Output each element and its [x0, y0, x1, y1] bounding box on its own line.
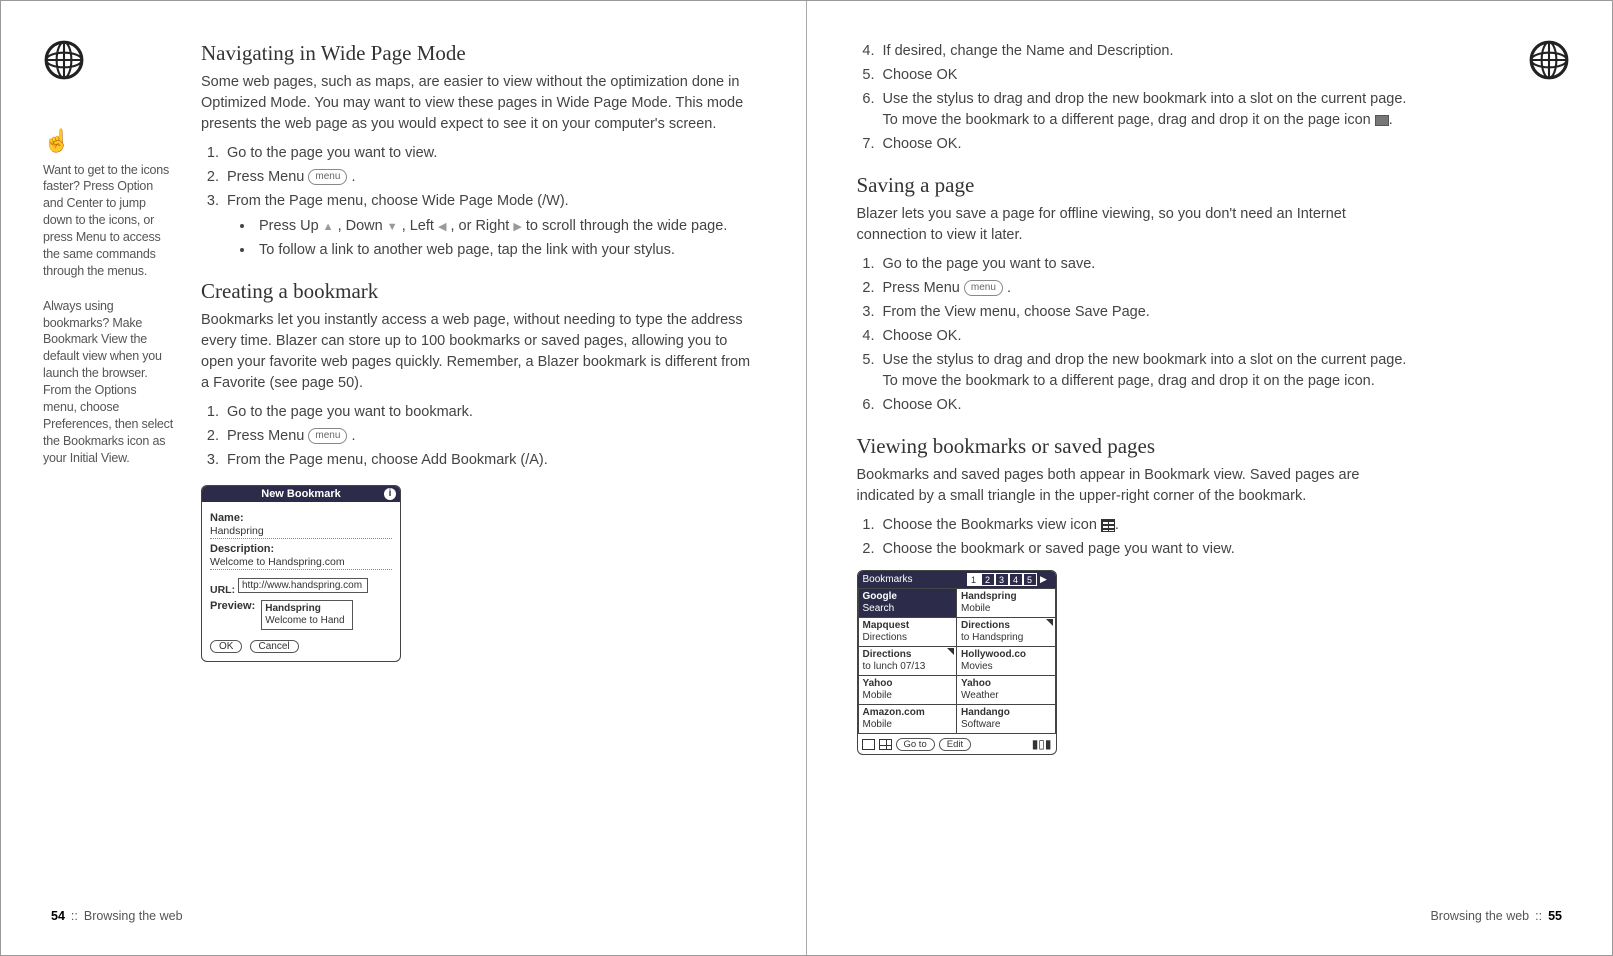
- bookmark-cell[interactable]: YahooWeather: [957, 676, 1056, 705]
- step-go-to-page: Go to the page you want to view.: [223, 143, 756, 164]
- down-arrow-icon: ▼: [387, 221, 398, 233]
- globe-icon: [1528, 39, 1570, 86]
- bm-tab-5[interactable]: 5: [1023, 573, 1037, 586]
- bookmark-cell[interactable]: HandangoSoftware: [957, 705, 1056, 734]
- bm-tab-3[interactable]: 3: [995, 573, 1009, 586]
- preview-label: Preview:: [210, 600, 255, 612]
- sp-step6: Choose OK.: [879, 395, 1413, 416]
- left-arrow-icon: ◀: [438, 221, 446, 233]
- bm-grid: GoogleSearchHandspringMobileMapquestDire…: [858, 588, 1056, 734]
- bookmark-intro: Bookmarks let you instantly access a web…: [201, 310, 756, 394]
- bm-tab-4[interactable]: 4: [1009, 573, 1023, 586]
- globe-icon: [43, 39, 173, 86]
- heading-viewing-bookmarks: Viewing bookmarks or saved pages: [857, 434, 1413, 459]
- step-press-menu: Press Menu menu .: [223, 167, 756, 188]
- bookmark-cell[interactable]: HandspringMobile: [957, 589, 1056, 618]
- substep-scroll: Press Up ▲ , Down ▼ , Left ◀ , or Right …: [255, 216, 756, 237]
- footer-right: Browsing the web::55: [857, 909, 1563, 923]
- name-label: Name:: [210, 512, 392, 524]
- bm-tab-1[interactable]: 1: [967, 573, 981, 586]
- save-page-steps: Go to the page you want to save. Press M…: [857, 254, 1413, 416]
- bookmark-view-icon: [1101, 519, 1115, 532]
- create-bookmark-steps-continued: If desired, change the Name and Descript…: [857, 41, 1413, 155]
- bookmark-cell[interactable]: GoogleSearch: [858, 589, 957, 618]
- sp-step3: From the View menu, choose Save Page.: [879, 302, 1413, 323]
- up-arrow-icon: ▲: [323, 221, 334, 233]
- menu-key-icon: menu: [308, 169, 347, 185]
- bookmark-view-icon[interactable]: [879, 739, 892, 750]
- bookmark-cell[interactable]: Hollywood.coMovies: [957, 647, 1056, 676]
- bm-titlebar: Bookmarks 1 2 3 4 5 ▶: [858, 571, 1056, 588]
- bm-tab-next-icon[interactable]: ▶: [1037, 573, 1051, 586]
- bm-page-tabs: 1 2 3 4 5 ▶: [967, 573, 1051, 586]
- tip-text-2: Always using bookmarks? Make Bookmark Vi…: [43, 298, 173, 467]
- signal-icon: ▮▯▮: [1032, 737, 1052, 751]
- menu-key-icon: menu: [964, 280, 1003, 296]
- vb-step1: Choose the Bookmarks view icon .: [879, 515, 1413, 536]
- url-label: URL:: [210, 584, 235, 596]
- preview-box: Handspring Welcome to Hand: [261, 600, 353, 630]
- right-main-column: If desired, change the Name and Descript…: [857, 41, 1413, 755]
- goto-button[interactable]: Go to: [896, 738, 935, 751]
- sp-step1: Go to the page you want to save.: [879, 254, 1413, 275]
- edit-button[interactable]: Edit: [939, 738, 971, 751]
- wide-page-intro: Some web pages, such as maps, are easier…: [201, 72, 756, 135]
- name-field[interactable]: Handspring: [210, 524, 392, 539]
- page-icon: [1375, 115, 1389, 126]
- desc-label: Description:: [210, 543, 392, 555]
- dialog-titlebar: New Bookmark i: [202, 486, 400, 502]
- substep-tap-link: To follow a link to another web page, ta…: [255, 240, 756, 261]
- new-bookmark-dialog: New Bookmark i Name: Handspring Descript…: [201, 485, 401, 662]
- page-view-icon[interactable]: [862, 739, 875, 750]
- view-bookmarks-steps: Choose the Bookmarks view icon . Choose …: [857, 515, 1413, 560]
- bookmark-cell[interactable]: MapquestDirections: [858, 618, 957, 647]
- sidebar-tips: ☝ Want to get to the icons faster? Press…: [43, 39, 173, 484]
- footer-left: 54::Browsing the web: [51, 909, 756, 923]
- sp-step2: Press Menu menu .: [879, 278, 1413, 299]
- bookmark-cell[interactable]: YahooMobile: [858, 676, 957, 705]
- step-choose-wide-page: From the Page menu, choose Wide Page Mod…: [223, 191, 756, 261]
- bookmarks-screen: Bookmarks 1 2 3 4 5 ▶ GoogleSearchHandsp…: [857, 570, 1057, 755]
- cb-step3: From the Page menu, choose Add Bookmark …: [223, 450, 756, 471]
- heading-saving-page: Saving a page: [857, 173, 1413, 198]
- heading-wide-page: Navigating in Wide Page Mode: [201, 41, 756, 66]
- bm-tab-2[interactable]: 2: [981, 573, 995, 586]
- page-55: If desired, change the Name and Descript…: [807, 1, 1613, 955]
- bookmark-cell[interactable]: Amazon.comMobile: [858, 705, 957, 734]
- vb-step2: Choose the bookmark or saved page you wa…: [879, 539, 1413, 560]
- step-choose-ok: Choose OK: [879, 65, 1413, 86]
- cancel-button[interactable]: Cancel: [250, 640, 299, 653]
- page-54: ☝ Want to get to the icons faster? Press…: [1, 1, 807, 955]
- ok-button[interactable]: OK: [210, 640, 242, 653]
- cb-step1: Go to the page you want to bookmark.: [223, 402, 756, 423]
- tip-hand-icon: ☝: [43, 126, 173, 156]
- url-field[interactable]: http://www.handspring.com: [238, 578, 368, 593]
- bm-toolbar: Go to Edit ▮▯▮: [858, 734, 1056, 754]
- bookmark-cell[interactable]: Directionsto Handspring: [957, 618, 1056, 647]
- sp-step4: Choose OK.: [879, 326, 1413, 347]
- info-icon[interactable]: i: [384, 488, 396, 500]
- viewing-intro: Bookmarks and saved pages both appear in…: [857, 465, 1413, 507]
- right-arrow-icon: ▶: [513, 221, 521, 233]
- saving-intro: Blazer lets you save a page for offline …: [857, 204, 1413, 246]
- step-choose-ok-2: Choose OK.: [879, 134, 1413, 155]
- wide-page-steps: Go to the page you want to view. Press M…: [201, 143, 756, 261]
- heading-creating-bookmark: Creating a bookmark: [201, 279, 756, 304]
- create-bookmark-steps: Go to the page you want to bookmark. Pre…: [201, 402, 756, 471]
- step-change-name: If desired, change the Name and Descript…: [879, 41, 1413, 62]
- step-drag-drop: Use the stylus to drag and drop the new …: [879, 89, 1413, 131]
- sp-step5: Use the stylus to drag and drop the new …: [879, 350, 1413, 392]
- cb-step2: Press Menu menu .: [223, 426, 756, 447]
- desc-field[interactable]: Welcome to Handspring.com: [210, 555, 392, 570]
- menu-key-icon: menu: [308, 428, 347, 444]
- tip-text-1: Want to get to the icons faster? Press O…: [43, 162, 173, 280]
- left-main-column: Navigating in Wide Page Mode Some web pa…: [201, 41, 756, 662]
- bookmark-cell[interactable]: Directionsto lunch 07/13: [858, 647, 957, 676]
